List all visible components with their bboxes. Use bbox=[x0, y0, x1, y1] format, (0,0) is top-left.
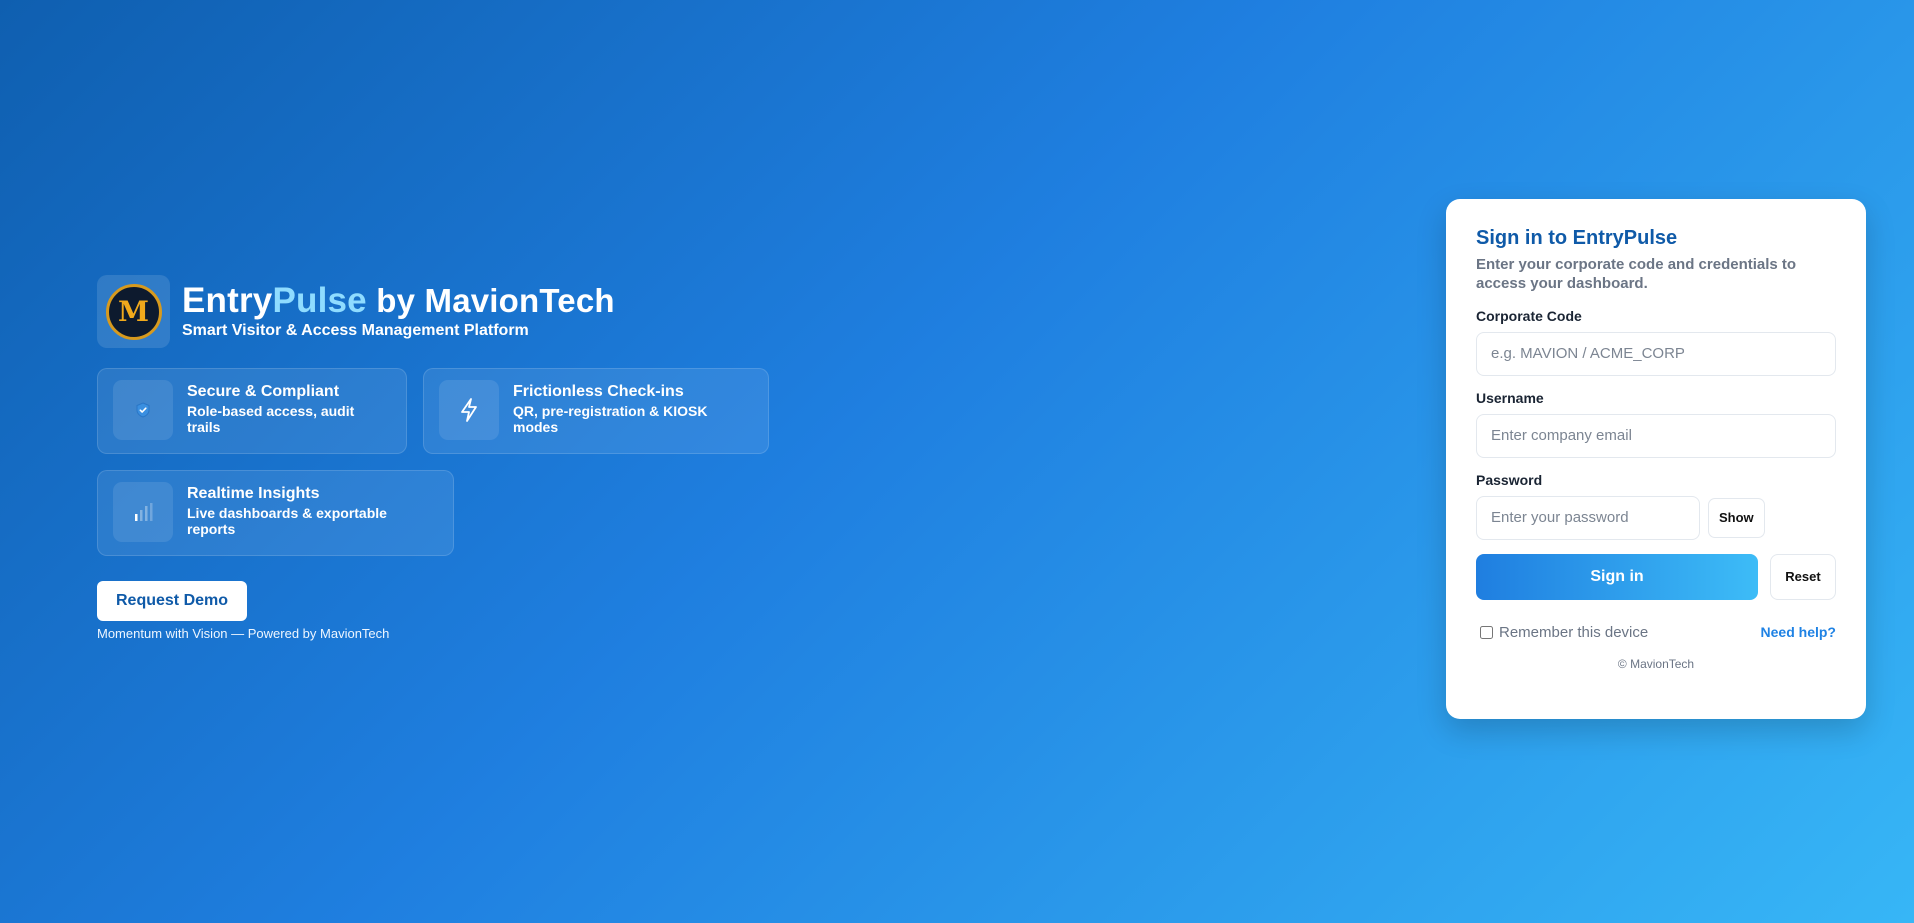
corporate-code-input[interactable] bbox=[1476, 331, 1836, 376]
logo: M bbox=[97, 275, 170, 348]
password-input[interactable] bbox=[1476, 495, 1700, 540]
app-subtitle: Smart Visitor & Access Management Platfo… bbox=[182, 321, 529, 339]
brand-header: M EntryPulse by MavionTech Smart Visitor… bbox=[97, 275, 797, 348]
shield-check-icon bbox=[113, 380, 173, 440]
reset-button[interactable]: Reset bbox=[1770, 553, 1836, 600]
powered-by-text: Momentum with Vision — Powered by Mavion… bbox=[97, 626, 390, 641]
username-input[interactable] bbox=[1476, 413, 1836, 458]
remember-device-checkbox[interactable] bbox=[1480, 625, 1493, 639]
feature-desc: Role-based access, audit trails bbox=[187, 403, 355, 435]
app-title-entry: Entry bbox=[182, 281, 273, 321]
feature-list: Secure & Compliant Role-based access, au… bbox=[97, 368, 787, 556]
action-row: Sign in Reset bbox=[1476, 553, 1836, 600]
login-intro: Enter your corporate code and credential… bbox=[1476, 256, 1797, 292]
password-row: Show bbox=[1476, 495, 1836, 540]
remember-row: Remember this device Need help? bbox=[1476, 624, 1836, 641]
mavion-logo-icon: M bbox=[105, 283, 162, 340]
app-title: EntryPulse by MavionTech bbox=[182, 281, 615, 321]
copyright: © MavionTech bbox=[1617, 656, 1695, 671]
bar-chart-icon bbox=[113, 482, 173, 542]
feature-desc: Live dashboards & exportable reports bbox=[187, 505, 387, 537]
show-password-button[interactable]: Show bbox=[1708, 497, 1765, 538]
feature-title: Frictionless Check-ins bbox=[513, 383, 684, 400]
remember-device-label: Remember this device bbox=[1499, 623, 1649, 641]
app-title-by: by MavionTech bbox=[366, 282, 615, 320]
feature-card-insights: Realtime Insights Live dashboards & expo… bbox=[97, 470, 454, 556]
feature-title: Secure & Compliant bbox=[187, 383, 340, 400]
password-label: Password bbox=[1476, 471, 1543, 488]
remember-device[interactable]: Remember this device bbox=[1476, 624, 1648, 641]
need-help-link[interactable]: Need help? bbox=[1761, 624, 1836, 640]
brand-text: EntryPulse by MavionTech Smart Visitor &… bbox=[182, 281, 615, 340]
username-label: Username bbox=[1476, 389, 1544, 406]
sign-in-button[interactable]: Sign in bbox=[1476, 553, 1758, 600]
feature-title: Realtime Insights bbox=[187, 485, 320, 502]
brand-panel: M EntryPulse by MavionTech Smart Visitor… bbox=[97, 275, 797, 641]
feature-card-secure: Secure & Compliant Role-based access, au… bbox=[97, 368, 407, 454]
request-demo-button[interactable]: Request Demo bbox=[97, 581, 248, 621]
feature-card-checkins: Frictionless Check-ins QR, pre-registrat… bbox=[423, 368, 769, 454]
lightning-icon bbox=[439, 380, 499, 440]
corporate-code-label: Corporate Code bbox=[1476, 307, 1582, 324]
feature-desc: QR, pre-registration & KIOSK modes bbox=[513, 403, 708, 435]
login-heading: Sign in to EntryPulse bbox=[1476, 227, 1678, 249]
login-card: Sign in to EntryPulse Enter your corpora… bbox=[1446, 199, 1866, 719]
app-title-pulse: Pulse bbox=[272, 281, 367, 321]
